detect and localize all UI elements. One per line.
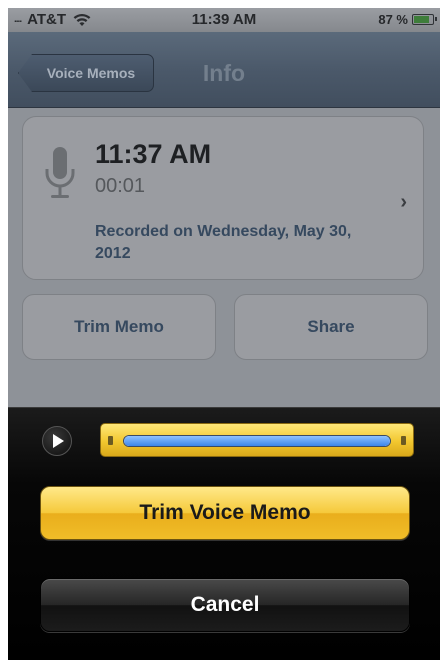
page-title: Info: [202, 60, 246, 86]
trim-scrubber[interactable]: [100, 423, 414, 457]
battery-group: 87 %: [378, 12, 437, 27]
battery-percent: 87 %: [378, 12, 408, 27]
status-bar: .... AT&T 11:39 AM 87 %: [8, 8, 440, 32]
memo-time: 11:37 AM: [95, 139, 212, 169]
info-content: 11:37 AM 00:01 Recorded on Wednesday, Ma…: [8, 108, 440, 408]
navigation-bar: Voice Memos Info: [8, 32, 440, 108]
battery-icon: [412, 14, 437, 25]
memo-info-card[interactable]: 11:37 AM 00:01 Recorded on Wednesday, Ma…: [22, 116, 424, 280]
share-button[interactable]: Share: [234, 294, 428, 360]
trim-action-sheet: Trim Voice Memo Cancel: [8, 407, 440, 660]
trim-voice-memo-button[interactable]: Trim Voice Memo: [40, 486, 410, 540]
chevron-right-icon: ›: [400, 191, 407, 213]
play-icon: [53, 434, 64, 448]
trim-memo-button[interactable]: Trim Memo: [22, 294, 216, 360]
trim-handle-right[interactable]: [401, 436, 406, 445]
recorded-date: Recorded on Wednesday, May 30, 2012: [95, 223, 352, 262]
phone-screen: .... AT&T 11:39 AM 87 % Voice Memos Info: [8, 8, 440, 660]
trim-track: [123, 435, 391, 447]
microphone-icon: [45, 147, 75, 198]
status-time: 11:39 AM: [191, 11, 257, 28]
trim-handle-left[interactable]: [108, 436, 113, 445]
memo-duration: 00:01: [95, 175, 146, 197]
cancel-button[interactable]: Cancel: [40, 578, 410, 632]
play-button[interactable]: [42, 426, 72, 456]
trim-selection-fill: [124, 436, 390, 446]
